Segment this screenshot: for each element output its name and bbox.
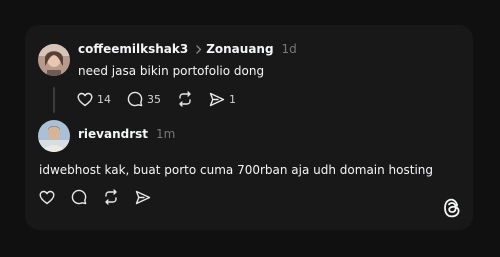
thread-connector-line — [53, 87, 55, 113]
reply-repost-button[interactable] — [103, 189, 119, 205]
reply-time: 1m — [156, 127, 176, 141]
like-count: 14 — [97, 92, 111, 106]
share-icon — [135, 190, 151, 205]
chevron-right-icon — [196, 44, 202, 54]
reply-header: rievandrst 1m — [78, 127, 175, 141]
avatar-rievandrst[interactable] — [38, 120, 70, 152]
share-button[interactable]: 1 — [209, 92, 236, 107]
heart-icon — [39, 190, 55, 205]
share-count: 1 — [229, 92, 236, 106]
avatar-coffeemilkshak3[interactable] — [38, 44, 70, 76]
comment-count: 35 — [147, 92, 161, 106]
comment-icon — [71, 189, 87, 205]
reply-author[interactable]: rievandrst — [78, 127, 148, 141]
heart-icon — [77, 92, 93, 107]
repost-icon — [177, 91, 193, 107]
threads-logo-icon — [443, 198, 461, 218]
reply-text: idwebhost kak, buat porto cuma 700rban a… — [39, 163, 434, 177]
thread-card: coffeemilkshak3 Zonauang 1d need jasa bi… — [25, 25, 473, 230]
post-text: need jasa bikin portofolio dong — [78, 64, 265, 78]
comment-button[interactable]: 35 — [127, 91, 161, 107]
post-author[interactable]: coffeemilkshak3 — [78, 42, 188, 56]
repost-icon — [103, 189, 119, 205]
reply-comment-button[interactable] — [71, 189, 87, 205]
reply-actions — [39, 189, 167, 205]
reply-to-user[interactable]: Zonauang — [206, 42, 273, 56]
reply-like-button[interactable] — [39, 190, 55, 205]
post-header: coffeemilkshak3 Zonauang 1d — [78, 42, 297, 56]
post-actions: 14 35 1 — [77, 91, 252, 107]
repost-button[interactable] — [177, 91, 193, 107]
reply-share-button[interactable] — [135, 190, 151, 205]
comment-icon — [127, 91, 143, 107]
post-time: 1d — [281, 42, 297, 56]
share-icon — [209, 92, 225, 107]
like-button[interactable]: 14 — [77, 92, 111, 107]
